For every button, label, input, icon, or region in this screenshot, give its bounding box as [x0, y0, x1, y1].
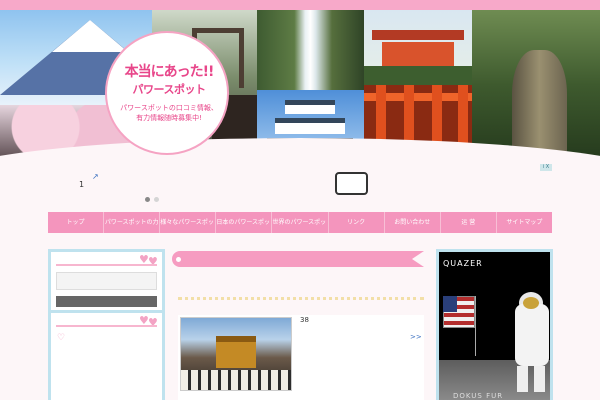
ad-info-badge[interactable]: i X	[540, 164, 552, 171]
main-content: 38 >>	[172, 249, 428, 400]
site-title-badge[interactable]: 本当にあった!! パワースポット パワースポットの口コミ情報、有力情報随時募集中…	[105, 31, 229, 155]
moon-landing-ad[interactable]: QUAZER DOKUS FUR	[439, 252, 550, 400]
read-more-link[interactable]: >>	[410, 333, 422, 341]
heart-icon: ♡	[57, 333, 66, 343]
widget-divider	[56, 264, 157, 266]
nav-item-operator[interactable]: 运 营	[441, 212, 497, 233]
nav-item-various[interactable]: 様々なパワースポット	[160, 212, 217, 233]
ad-brand-label: QUAZER	[443, 259, 483, 268]
dotted-divider	[178, 297, 424, 300]
site-title-line1: 本当にあった!!	[124, 64, 215, 80]
search-button[interactable]	[56, 296, 157, 307]
header-banner[interactable]: 本当にあった!! パワースポット パワースポットの口コミ情報、有力情報随時募集中…	[0, 10, 600, 160]
nav-item-power[interactable]: パワースポットの力	[104, 212, 161, 233]
carousel-dot-active[interactable]	[145, 197, 150, 202]
section-ribbon	[172, 251, 424, 267]
nav-item-japan[interactable]: 日本のパワースポット	[216, 212, 273, 233]
nav-item-world[interactable]: 世界のパワースポット	[272, 212, 329, 233]
festival-thumbnail[interactable]	[180, 317, 292, 391]
nav-item-sitemap[interactable]: サイトマップ	[497, 212, 552, 233]
nav-item-contact[interactable]: お問い合わせ	[385, 212, 441, 233]
heart-icon: ♥	[148, 255, 158, 268]
site-subtitle: パワースポットの口コミ情報、有力情報随時募集中!	[120, 104, 218, 122]
astronaut-image	[515, 304, 549, 366]
ad-number: 1	[79, 180, 85, 189]
left-sidebar: ♥ ♥ ♥ ♥ ♡	[48, 249, 165, 400]
widget-divider	[56, 325, 157, 327]
ad-carousel[interactable]: i X ↗ 1	[0, 160, 600, 208]
nav-item-top[interactable]: トップ	[48, 212, 105, 233]
ad-bottom-label: DOKUS FUR	[453, 392, 504, 400]
post-number: 38	[300, 316, 309, 324]
waterfall-photo	[257, 10, 364, 90]
site-title-line2: パワースポット	[132, 83, 206, 96]
post-card[interactable]: 38 >>	[178, 315, 424, 400]
heart-icon: ♥	[148, 316, 158, 329]
carousel-dot[interactable]	[154, 197, 159, 202]
right-sidebar: QUAZER DOKUS FUR	[436, 249, 553, 400]
top-accent-bar	[0, 0, 600, 10]
external-arrow-icon[interactable]: ↗	[92, 172, 99, 181]
ad-frame[interactable]	[335, 172, 368, 195]
ancient-tree-photo	[472, 10, 600, 160]
nav-item-links[interactable]: リンク	[329, 212, 385, 233]
search-input[interactable]	[56, 272, 157, 290]
search-widget: ♥ ♥	[51, 252, 162, 310]
ribbon-notch	[412, 251, 424, 267]
red-shrine-photo	[364, 10, 472, 85]
main-nav: トップ パワースポットの力 様々なパワースポット 日本のパワースポット 世界のパ…	[48, 212, 552, 233]
category-widget: ♥ ♥ ♡	[51, 313, 162, 400]
